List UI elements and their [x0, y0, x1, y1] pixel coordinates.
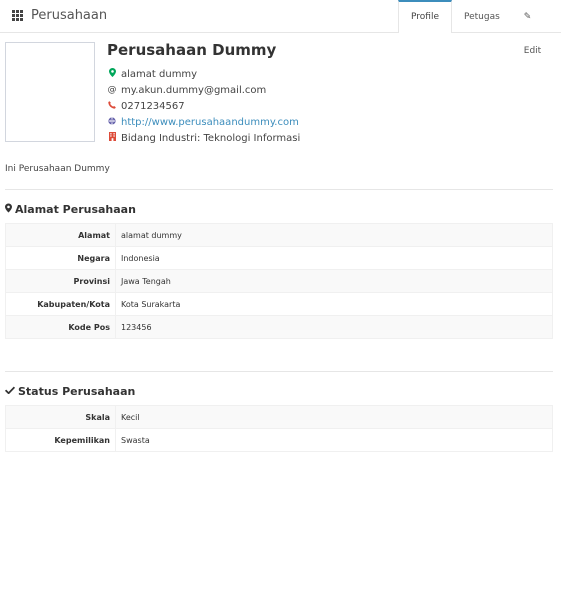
at-icon: @ [107, 85, 117, 95]
info-phone: 0271234567 [107, 98, 300, 114]
divider [5, 189, 553, 190]
status-section-title: Status Perusahaan [4, 385, 136, 398]
industry-text: Bidang Industri: Teknologi Informasi [121, 132, 301, 144]
info-address: alamat dummy [107, 66, 300, 82]
page-header: Perusahaan Profile Petugas ✎ Edit [0, 0, 561, 56]
status-section-label: Status Perusahaan [18, 385, 136, 398]
phone-text: 0271234567 [121, 100, 185, 112]
row-value: Indonesia [115, 246, 553, 270]
table-row: Kabupaten/Kota Kota Surakarta [5, 292, 553, 316]
grid-icon [12, 10, 23, 21]
tab-edit[interactable]: ✎ Edit [512, 0, 561, 56]
map-marker-icon [5, 203, 12, 216]
info-industry: Bidang Industri: Teknologi Informasi [107, 130, 300, 146]
row-label: Alamat [5, 223, 116, 247]
company-description: Ini Perusahaan Dummy [5, 164, 110, 174]
address-table: Alamat alamat dummy Negara Indonesia Pro… [5, 223, 553, 339]
tab-profile[interactable]: Profile [398, 0, 452, 33]
info-email: @ my.akun.dummy@gmail.com [107, 82, 300, 98]
row-label: Kepemilikan [5, 428, 116, 452]
globe-icon [107, 116, 117, 128]
tab-bar: Profile Petugas ✎ Edit [398, 0, 561, 56]
row-value: Jawa Tengah [115, 269, 553, 293]
company-info-list: alamat dummy @ my.akun.dummy@gmail.com 0… [107, 66, 300, 146]
email-text: my.akun.dummy@gmail.com [121, 84, 267, 96]
address-section-label: Alamat Perusahaan [15, 203, 136, 216]
company-logo-placeholder [5, 42, 95, 142]
building-icon [107, 132, 117, 144]
table-row: Kepemilikan Swasta [5, 428, 553, 452]
info-website: http://www.perusahaandummy.com [107, 114, 300, 130]
pencil-icon: ✎ [523, 12, 532, 22]
row-label: Provinsi [5, 269, 116, 293]
phone-icon [107, 100, 117, 112]
website-link[interactable]: http://www.perusahaandummy.com [121, 117, 299, 128]
row-value: Kecil [115, 405, 553, 429]
address-text: alamat dummy [121, 68, 198, 80]
map-marker-icon [107, 68, 117, 80]
row-label: Kode Pos [5, 315, 116, 339]
row-value: Kota Surakarta [115, 292, 553, 316]
check-icon [4, 386, 16, 397]
table-row: Kode Pos 123456 [5, 315, 553, 339]
row-label: Kabupaten/Kota [5, 292, 116, 316]
tab-petugas[interactable]: Petugas [452, 0, 512, 32]
divider [5, 371, 553, 372]
tab-edit-label: Edit [523, 46, 542, 56]
row-label: Skala [5, 405, 116, 429]
table-row: Negara Indonesia [5, 246, 553, 270]
status-table: Skala Kecil Kepemilikan Swasta [5, 405, 553, 452]
table-row: Skala Kecil [5, 405, 553, 429]
address-section-title: Alamat Perusahaan [5, 203, 136, 216]
header-brand: Perusahaan [12, 8, 107, 23]
row-label: Negara [5, 246, 116, 270]
table-row: Alamat alamat dummy [5, 223, 553, 247]
row-value: alamat dummy [115, 223, 553, 247]
row-value: 123456 [115, 315, 553, 339]
company-name: Perusahaan Dummy [107, 41, 277, 59]
row-value: Swasta [115, 428, 553, 452]
page-title: Perusahaan [31, 8, 108, 23]
table-row: Provinsi Jawa Tengah [5, 269, 553, 293]
